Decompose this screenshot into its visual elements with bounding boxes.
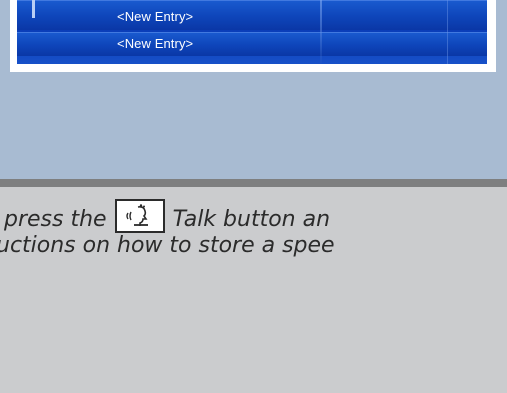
list-item-label: <New Entry> xyxy=(117,9,194,24)
talk-button-icon xyxy=(114,199,165,233)
instruction-text-after: Talk button an xyxy=(172,207,331,232)
display-screenshot-frame: <New Entry> <New Entry> xyxy=(10,0,496,72)
list-item[interactable]: <New Entry> xyxy=(17,0,487,30)
column-divider xyxy=(447,0,448,64)
list-item-label: <New Entry> xyxy=(117,36,194,51)
instruction-text-before: press the xyxy=(4,207,107,232)
list-item[interactable]: <New Entry> xyxy=(17,32,487,56)
instruction-text: press the Talk button an uctions on how … xyxy=(0,193,507,283)
instruction-line-1: press the Talk button an xyxy=(4,199,330,233)
scroll-indicator xyxy=(32,0,35,18)
display-screen: <New Entry> <New Entry> xyxy=(17,0,487,64)
section-divider xyxy=(0,179,507,187)
column-divider xyxy=(320,0,322,64)
instruction-line-2: uctions on how to store a spee xyxy=(0,233,335,258)
